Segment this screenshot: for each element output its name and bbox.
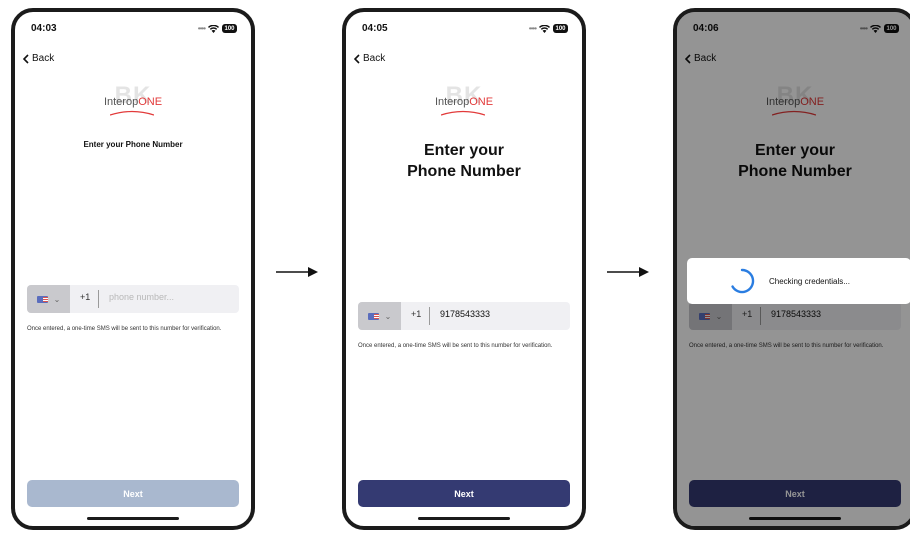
chevron-left-icon [23, 53, 29, 64]
logo-text-b: ONE [138, 96, 163, 108]
divider [98, 290, 99, 308]
phone-input-row: ⌄ +1 phone number... [27, 285, 239, 313]
status-bar: 04:05 •••• 100 [362, 23, 568, 37]
status-time: 04:05 [362, 23, 388, 34]
chevron-down-icon: ⌄ [384, 311, 392, 321]
country-selector[interactable]: ⌄ [27, 285, 70, 313]
flow-arrow-icon [276, 267, 318, 277]
back-button[interactable]: Back [23, 53, 54, 64]
signal-icon: •••• [197, 24, 206, 33]
interopone-logo: BK InteropONE [346, 82, 582, 122]
logo-text-b: ONE [469, 96, 494, 108]
sms-hint: Once entered, a one-time SMS will be sen… [358, 343, 553, 349]
page-title: Enter your Phone Number [346, 140, 582, 182]
sms-hint: Once entered, a one-time SMS will be sen… [27, 326, 222, 332]
us-flag-icon [367, 312, 379, 320]
chevron-left-icon [354, 53, 360, 64]
status-time: 04:03 [31, 23, 57, 34]
flow-arrow-icon [607, 267, 649, 277]
signal-icon: •••• [528, 24, 537, 33]
logo-text-a: Interop [434, 96, 470, 108]
back-button[interactable]: Back [354, 53, 385, 64]
battery-icon: 100 [222, 24, 237, 33]
interopone-logo: BK InteropONE [15, 82, 251, 122]
phone-input[interactable]: 9178543333 [440, 309, 490, 319]
country-code: +1 [411, 309, 422, 319]
logo-text-a: Interop [103, 96, 139, 108]
phone-input[interactable]: phone number... [109, 292, 174, 302]
wifi-icon [539, 24, 550, 33]
logo-swoosh-icon [110, 110, 154, 116]
next-button[interactable]: Next [358, 480, 570, 507]
phone-screen-2: 04:05 •••• 100 Back BK InteropONE Enter … [342, 8, 586, 530]
logo-swoosh-icon [441, 110, 485, 116]
loading-text: Checking credentials... [769, 276, 850, 286]
back-label: Back [363, 53, 386, 64]
page-title-line2: Phone Number [407, 163, 521, 180]
us-flag-icon [36, 295, 48, 303]
country-selector[interactable]: ⌄ [358, 302, 401, 330]
phone-input-row: ⌄ +1 9178543333 [358, 302, 570, 330]
loading-toast: Checking credentials... [687, 258, 910, 304]
wifi-icon [208, 24, 219, 33]
country-code: +1 [80, 292, 91, 302]
phone-screen-1: 04:03 •••• 100 Back BK InteropONE Enter … [11, 8, 255, 530]
back-label: Back [32, 53, 55, 64]
loading-spinner-icon [731, 268, 755, 294]
status-bar: 04:03 •••• 100 [31, 23, 237, 37]
page-title-line1: Enter your [423, 142, 504, 159]
battery-icon: 100 [553, 24, 568, 33]
page-title: Enter your Phone Number [83, 140, 183, 149]
next-button[interactable]: Next [27, 480, 239, 507]
home-indicator [418, 517, 510, 520]
chevron-down-icon: ⌄ [53, 294, 61, 304]
divider [429, 307, 430, 325]
phone-screen-3: 04:06 •••• 100 Back BK InteropONE Enter … [673, 8, 910, 530]
home-indicator [87, 517, 179, 520]
